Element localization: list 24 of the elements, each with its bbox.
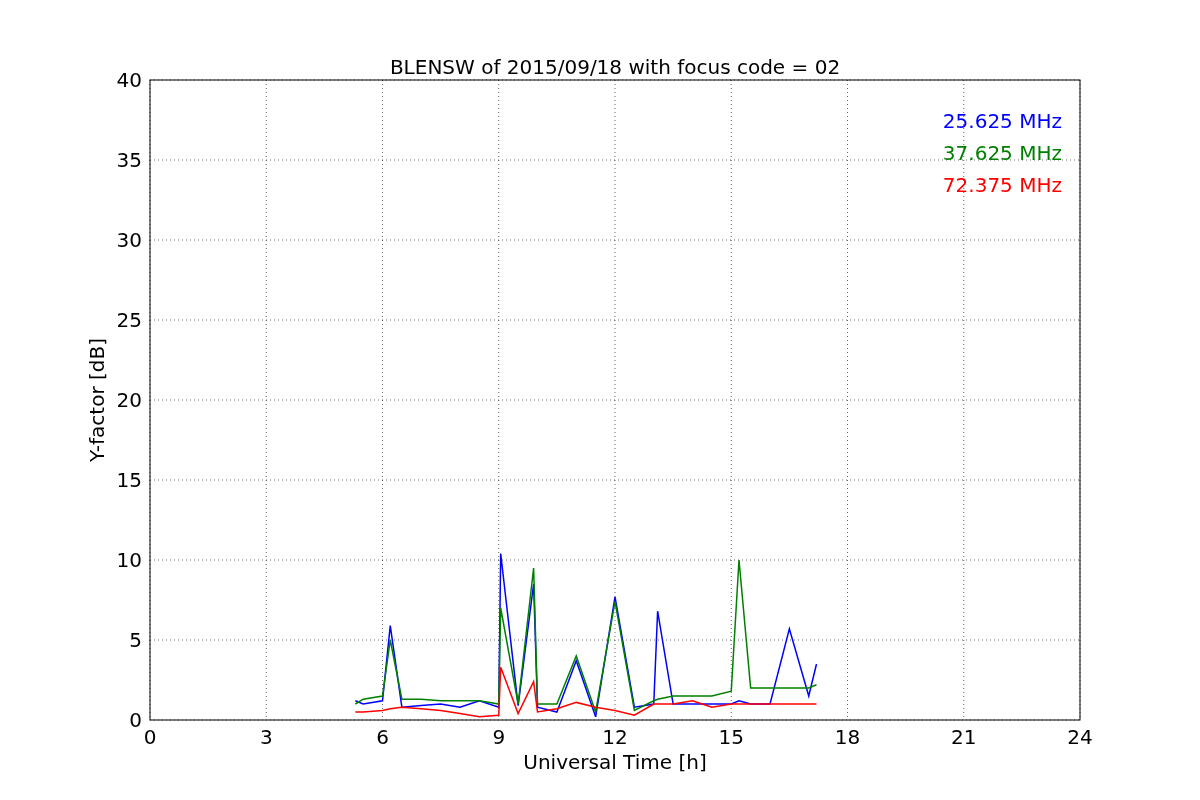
y-tick-label: 15 (116, 468, 142, 492)
x-tick-label: 0 (143, 725, 157, 749)
y-axis-label: Y-factor [dB] (85, 338, 109, 462)
legend-label: 25.625 MHz (942, 109, 1062, 133)
y-tick-label: 20 (116, 388, 142, 412)
x-tick-label: 15 (718, 725, 744, 749)
y-tick-label: 30 (116, 228, 142, 252)
y-tick-label: 25 (116, 308, 142, 332)
x-tick-label: 21 (951, 725, 977, 749)
y-tick-label: 35 (116, 148, 142, 172)
y-tick-label: 40 (116, 68, 142, 92)
x-tick-label: 9 (492, 725, 506, 749)
legend-label: 37.625 MHz (942, 141, 1062, 165)
y-tick-label: 10 (116, 548, 142, 572)
x-axis-label: Universal Time [h] (523, 750, 707, 774)
legend-label: 72.375 MHz (942, 173, 1062, 197)
x-tick-label: 3 (259, 725, 273, 749)
chart-title: BLENSW of 2015/09/18 with focus code = 02 (389, 55, 841, 79)
y-tick-label: 5 (129, 628, 142, 652)
x-tick-label: 18 (834, 725, 861, 749)
x-tick-label: 6 (376, 725, 389, 749)
x-tick-label: 12 (602, 725, 628, 749)
x-tick-label: 24 (1067, 725, 1093, 749)
y-tick-label: 0 (129, 708, 142, 732)
